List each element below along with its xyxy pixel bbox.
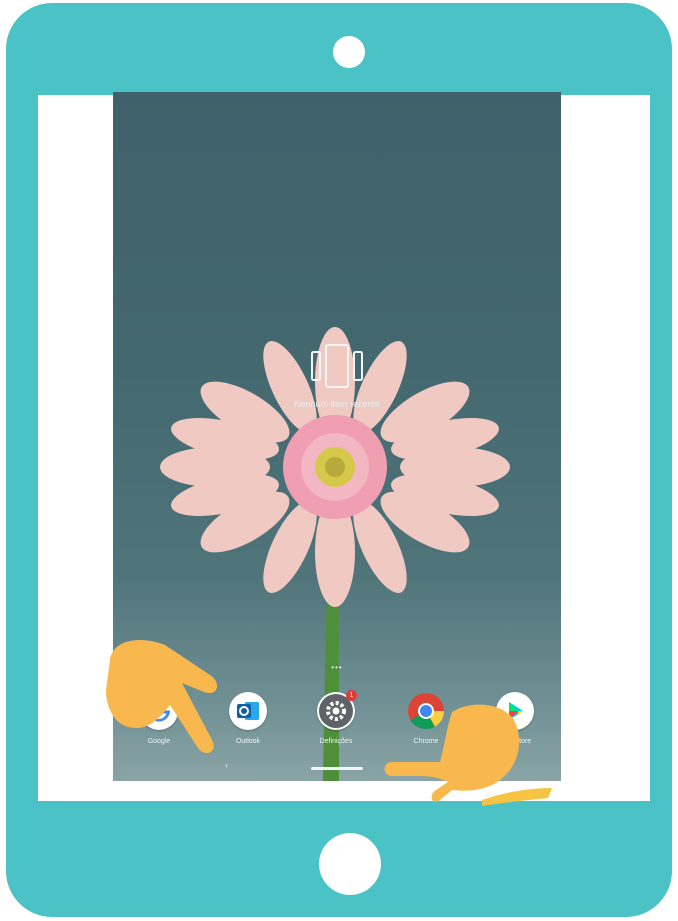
back-icon[interactable]: ‹ bbox=[225, 760, 228, 770]
app-label: Google bbox=[147, 738, 171, 745]
chrome-icon bbox=[407, 692, 445, 730]
dock-app-outlook[interactable]: Outlook bbox=[216, 692, 280, 745]
settings-icon: 1 bbox=[317, 690, 357, 730]
dock-app-play-store[interactable]: Play Store bbox=[483, 692, 547, 745]
no-recent-items-text: Nenhum item recente bbox=[293, 399, 381, 409]
app-label: Play Store bbox=[498, 738, 532, 745]
page-indicator: ••• bbox=[331, 663, 343, 672]
dock-app-settings[interactable]: 1 Definições bbox=[304, 690, 368, 745]
app-label: Outlook bbox=[235, 738, 261, 745]
flower-wallpaper bbox=[160, 327, 510, 781]
home-button[interactable] bbox=[319, 833, 381, 895]
app-label: Chrome bbox=[413, 738, 439, 745]
google-icon bbox=[140, 692, 178, 730]
play-store-icon bbox=[496, 692, 534, 730]
dock-app-google[interactable]: Google bbox=[127, 692, 191, 745]
dock-app-chrome[interactable]: Chrome bbox=[394, 692, 458, 745]
app-label: Definições bbox=[319, 738, 353, 745]
gesture-home-pill[interactable] bbox=[311, 767, 363, 770]
outlook-icon bbox=[229, 692, 267, 730]
device-screen[interactable]: Nenhum item recente ••• Google Outlook 1… bbox=[113, 92, 561, 781]
recents-empty-icon bbox=[311, 344, 363, 388]
camera-icon bbox=[333, 36, 365, 68]
notification-badge: 1 bbox=[346, 690, 357, 701]
